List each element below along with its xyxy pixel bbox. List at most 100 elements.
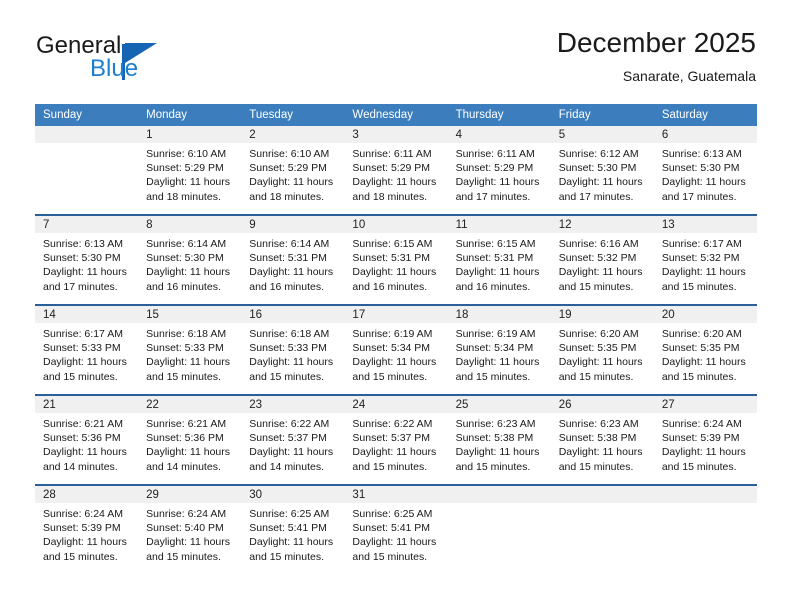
brand-logo[interactable]: General Blue: [36, 32, 236, 88]
daylight-text-line2: and 15 minutes.: [352, 460, 428, 473]
daylight-text-line1: Daylight: 11 hours: [455, 176, 540, 189]
daylight-text-line2: and 15 minutes.: [558, 280, 634, 293]
day-cell[interactable]: 8 Sunrise: 6:14 AM Sunset: 5:30 PM Dayli…: [138, 214, 242, 305]
daylight-text-line2: and 15 minutes.: [146, 370, 221, 383]
day-cell[interactable]: 3 Sunrise: 6:11 AM Sunset: 5:29 PM Dayli…: [344, 126, 448, 215]
day-details: Sunrise: 6:25 AM Sunset: 5:41 PM Dayligh…: [241, 503, 344, 564]
day-cell[interactable]: [653, 484, 757, 574]
day-cell[interactable]: 23 Sunrise: 6:22 AM Sunset: 5:37 PM Dayl…: [241, 394, 345, 485]
day-cell[interactable]: 7 Sunrise: 6:13 AM Sunset: 5:30 PM Dayli…: [35, 214, 139, 305]
day-cell[interactable]: 2 Sunrise: 6:10 AM Sunset: 5:29 PM Dayli…: [241, 126, 345, 215]
day-cell[interactable]: 10 Sunrise: 6:15 AM Sunset: 5:31 PM Dayl…: [344, 214, 448, 305]
day-cell[interactable]: 9 Sunrise: 6:14 AM Sunset: 5:31 PM Dayli…: [241, 214, 345, 305]
daylight-text-line1: Daylight: 11 hours: [146, 176, 230, 189]
daylight-text-line1: Daylight: 11 hours: [558, 266, 643, 279]
day-cell[interactable]: 27 Sunrise: 6:24 AM Sunset: 5:39 PM Dayl…: [653, 394, 757, 485]
sunrise-text: Sunrise: 6:15 AM: [455, 238, 536, 250]
daylight-text-line1: Daylight: 11 hours: [661, 356, 746, 369]
day-cell[interactable]: [550, 484, 654, 574]
day-number: 25: [447, 396, 551, 413]
day-cell[interactable]: 25 Sunrise: 6:23 AM Sunset: 5:38 PM Dayl…: [447, 394, 551, 485]
sunset-text: Sunset: 5:31 PM: [455, 252, 534, 265]
day-number: 15: [138, 306, 242, 323]
day-cell[interactable]: 30 Sunrise: 6:25 AM Sunset: 5:41 PM Dayl…: [241, 484, 345, 574]
day-cell[interactable]: 16 Sunrise: 6:18 AM Sunset: 5:33 PM Dayl…: [241, 304, 345, 395]
day-number: 30: [241, 486, 345, 503]
day-details: Sunrise: 6:15 AM Sunset: 5:31 PM Dayligh…: [344, 233, 447, 294]
day-cell[interactable]: 20 Sunrise: 6:20 AM Sunset: 5:35 PM Dayl…: [653, 304, 757, 395]
sunset-text: Sunset: 5:37 PM: [249, 432, 327, 445]
day-cell[interactable]: 17 Sunrise: 6:19 AM Sunset: 5:34 PM Dayl…: [344, 304, 448, 395]
day-details: Sunrise: 6:14 AM Sunset: 5:30 PM Dayligh…: [138, 233, 241, 294]
day-cell[interactable]: [447, 484, 551, 574]
day-number: [35, 126, 139, 143]
sunset-text: Sunset: 5:40 PM: [146, 522, 224, 535]
daylight-text-line1: Daylight: 11 hours: [455, 356, 540, 369]
day-cell[interactable]: 11 Sunrise: 6:15 AM Sunset: 5:31 PM Dayl…: [447, 214, 551, 305]
daylight-text-line1: Daylight: 11 hours: [558, 356, 643, 369]
day-cell[interactable]: 28 Sunrise: 6:24 AM Sunset: 5:39 PM Dayl…: [35, 484, 139, 574]
sunset-text: Sunset: 5:41 PM: [249, 522, 327, 535]
day-cell[interactable]: 1 Sunrise: 6:10 AM Sunset: 5:29 PM Dayli…: [138, 126, 242, 215]
day-number: 14: [35, 306, 139, 323]
day-cell[interactable]: 31 Sunrise: 6:25 AM Sunset: 5:41 PM Dayl…: [344, 484, 448, 574]
day-cell[interactable]: 22 Sunrise: 6:21 AM Sunset: 5:36 PM Dayl…: [138, 394, 242, 485]
sunset-text: Sunset: 5:29 PM: [352, 162, 431, 175]
brand-logo-blue-text: Blue: [90, 55, 139, 82]
day-cell[interactable]: 15 Sunrise: 6:18 AM Sunset: 5:33 PM Dayl…: [138, 304, 242, 395]
day-details: Sunrise: 6:24 AM Sunset: 5:39 PM Dayligh…: [35, 503, 138, 564]
sunset-text: Sunset: 5:36 PM: [43, 432, 121, 445]
day-cell[interactable]: 13 Sunrise: 6:17 AM Sunset: 5:32 PM Dayl…: [653, 214, 757, 305]
weekday-header-tuesday: Tuesday: [241, 104, 345, 126]
daylight-text-line2: and 18 minutes.: [249, 190, 324, 203]
sunset-text: Sunset: 5:38 PM: [558, 432, 637, 445]
day-cell[interactable]: 6 Sunrise: 6:13 AM Sunset: 5:30 PM Dayli…: [653, 126, 757, 215]
daylight-text-line1: Daylight: 11 hours: [146, 446, 230, 459]
sunset-text: Sunset: 5:34 PM: [352, 342, 431, 355]
daylight-text-line2: and 15 minutes.: [455, 370, 531, 383]
daylight-text-line1: Daylight: 11 hours: [352, 266, 437, 279]
sunset-text: Sunset: 5:38 PM: [455, 432, 534, 445]
day-details: [448, 503, 551, 507]
sunrise-text: Sunrise: 6:14 AM: [146, 238, 227, 250]
day-cell[interactable]: 18 Sunrise: 6:19 AM Sunset: 5:34 PM Dayl…: [447, 304, 551, 395]
daylight-text-line2: and 15 minutes.: [43, 370, 118, 383]
sunset-text: Sunset: 5:36 PM: [146, 432, 224, 445]
day-details: Sunrise: 6:13 AM Sunset: 5:30 PM Dayligh…: [654, 143, 757, 204]
daylight-text-line1: Daylight: 11 hours: [661, 266, 746, 279]
sunset-text: Sunset: 5:35 PM: [661, 342, 740, 355]
day-details: Sunrise: 6:21 AM Sunset: 5:36 PM Dayligh…: [138, 413, 241, 474]
daylight-text-line1: Daylight: 11 hours: [43, 536, 127, 549]
day-cell[interactable]: 29 Sunrise: 6:24 AM Sunset: 5:40 PM Dayl…: [138, 484, 242, 574]
day-number: 20: [653, 306, 757, 323]
day-cell[interactable]: 12 Sunrise: 6:16 AM Sunset: 5:32 PM Dayl…: [550, 214, 654, 305]
daylight-text-line2: and 16 minutes.: [146, 280, 221, 293]
day-number: 21: [35, 396, 139, 413]
day-cell[interactable]: 24 Sunrise: 6:22 AM Sunset: 5:37 PM Dayl…: [344, 394, 448, 485]
sunset-text: Sunset: 5:29 PM: [455, 162, 534, 175]
day-details: Sunrise: 6:14 AM Sunset: 5:31 PM Dayligh…: [241, 233, 344, 294]
daylight-text-line2: and 15 minutes.: [558, 460, 634, 473]
sunset-text: Sunset: 5:33 PM: [249, 342, 327, 355]
day-cell[interactable]: [35, 126, 139, 215]
sunset-text: Sunset: 5:33 PM: [146, 342, 224, 355]
sunset-text: Sunset: 5:39 PM: [661, 432, 740, 445]
day-cell[interactable]: 4 Sunrise: 6:11 AM Sunset: 5:29 PM Dayli…: [447, 126, 551, 215]
page-title: December 2025: [556, 27, 756, 58]
daylight-text-line2: and 17 minutes.: [455, 190, 531, 203]
daylight-text-line2: and 18 minutes.: [146, 190, 221, 203]
daylight-text-line1: Daylight: 11 hours: [661, 446, 746, 459]
day-cell[interactable]: 14 Sunrise: 6:17 AM Sunset: 5:33 PM Dayl…: [35, 304, 139, 395]
day-details: [35, 143, 138, 147]
sunrise-text: Sunrise: 6:23 AM: [558, 418, 639, 430]
day-number: 17: [344, 306, 448, 323]
day-details: Sunrise: 6:10 AM Sunset: 5:29 PM Dayligh…: [138, 143, 241, 204]
sunrise-text: Sunrise: 6:21 AM: [43, 418, 123, 430]
day-cell[interactable]: 5 Sunrise: 6:12 AM Sunset: 5:30 PM Dayli…: [550, 126, 654, 215]
day-cell[interactable]: 21 Sunrise: 6:21 AM Sunset: 5:36 PM Dayl…: [35, 394, 139, 485]
title-block: December 2025 Sanarate, Guatemala: [557, 26, 756, 86]
day-cell[interactable]: 19 Sunrise: 6:20 AM Sunset: 5:35 PM Dayl…: [550, 304, 654, 395]
daylight-text-line2: and 17 minutes.: [661, 190, 737, 203]
day-number: [653, 486, 757, 503]
day-cell[interactable]: 26 Sunrise: 6:23 AM Sunset: 5:38 PM Dayl…: [550, 394, 654, 485]
